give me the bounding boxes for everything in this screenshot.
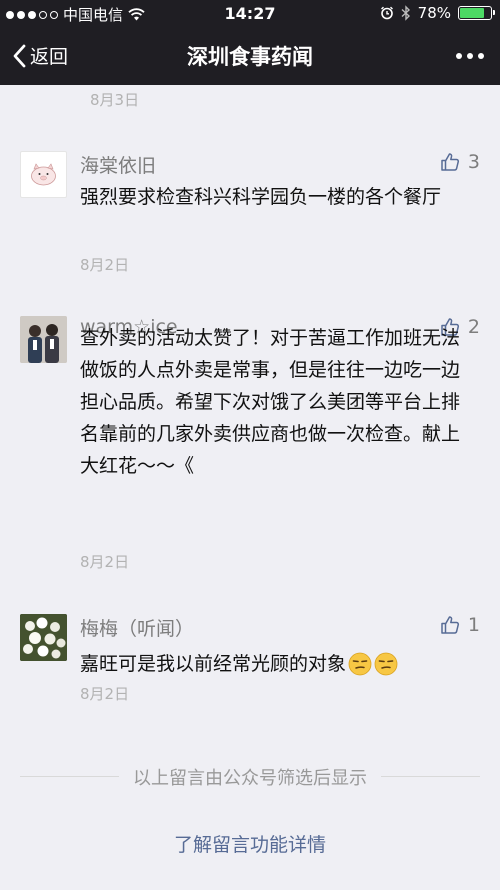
commenter-name: 海棠依旧 bbox=[80, 155, 157, 177]
comment-date: 8月2日 bbox=[80, 553, 130, 571]
status-bar: 中国电信 14:27 78% bbox=[0, 0, 500, 28]
top-bar: 中国电信 14:27 78% 返回 深圳食事药闻 bbox=[0, 0, 500, 85]
comment-item: 梅梅（听闻） 1 嘉旺可是我以前经常光顾的对象 8月2日 bbox=[0, 614, 500, 704]
status-right: 78% bbox=[380, 4, 495, 22]
comment-text-content: 嘉旺可是我以前经常光顾的对象 bbox=[80, 653, 347, 675]
thumbs-up-icon bbox=[441, 616, 459, 634]
comment-item: warm☆ice 2 查外卖的活动太赞了！对于苦逼工作加班无法做饭的人点外卖是常… bbox=[0, 316, 500, 578]
comment-date: 8月2日 bbox=[80, 685, 130, 703]
like-count: 1 bbox=[467, 614, 480, 636]
page-title: 深圳食事药闻 bbox=[187, 45, 313, 69]
more-dot bbox=[478, 53, 484, 59]
couple-photo-avatar-icon bbox=[20, 316, 67, 363]
pig-avatar-icon bbox=[31, 163, 56, 186]
learn-more-link[interactable]: 了解留言功能详情 bbox=[0, 830, 500, 857]
battery-icon bbox=[458, 6, 495, 20]
comment-text: 嘉旺可是我以前经常光顾的对象 bbox=[80, 648, 475, 680]
comment-item: 海棠依旧 3 强烈要求检查科兴科学园负一楼的各个餐厅 8月2日 bbox=[0, 151, 500, 276]
more-options-button[interactable] bbox=[456, 53, 484, 59]
filter-note: 以上留言由公众号筛选后显示 bbox=[119, 764, 381, 790]
smirk-emoji-icon bbox=[374, 652, 398, 676]
avatar[interactable] bbox=[20, 151, 67, 198]
comment-text: 查外卖的活动太赞了！对于苦逼工作加班无法做饭的人点外卖是常事，但是往往一边吃一边… bbox=[80, 327, 461, 477]
like-button[interactable]: 1 bbox=[440, 614, 480, 636]
filter-note-divider: 以上留言由公众号筛选后显示 bbox=[20, 764, 480, 790]
more-dot bbox=[456, 53, 462, 59]
battery-percent: 78% bbox=[417, 4, 451, 22]
avatar[interactable] bbox=[20, 614, 67, 661]
like-button[interactable]: 3 bbox=[440, 151, 480, 173]
flowers-avatar-icon bbox=[20, 614, 67, 661]
alarm-clock-icon bbox=[380, 6, 393, 20]
commenter-name: 梅梅（听闻） bbox=[80, 618, 195, 640]
comment-date: 8月2日 bbox=[80, 256, 130, 274]
more-dot bbox=[467, 53, 473, 59]
like-count: 3 bbox=[467, 151, 480, 173]
thumbs-up-icon bbox=[441, 153, 459, 171]
previous-comment-date: 8月3日 bbox=[90, 91, 140, 109]
navigation-bar: 返回 深圳食事药闻 bbox=[0, 28, 500, 85]
smirk-emoji-icon bbox=[348, 652, 372, 676]
bluetooth-icon bbox=[401, 5, 410, 21]
comment-text: 强烈要求检查科兴科学园负一楼的各个餐厅 bbox=[80, 186, 442, 208]
avatar[interactable] bbox=[20, 316, 67, 363]
